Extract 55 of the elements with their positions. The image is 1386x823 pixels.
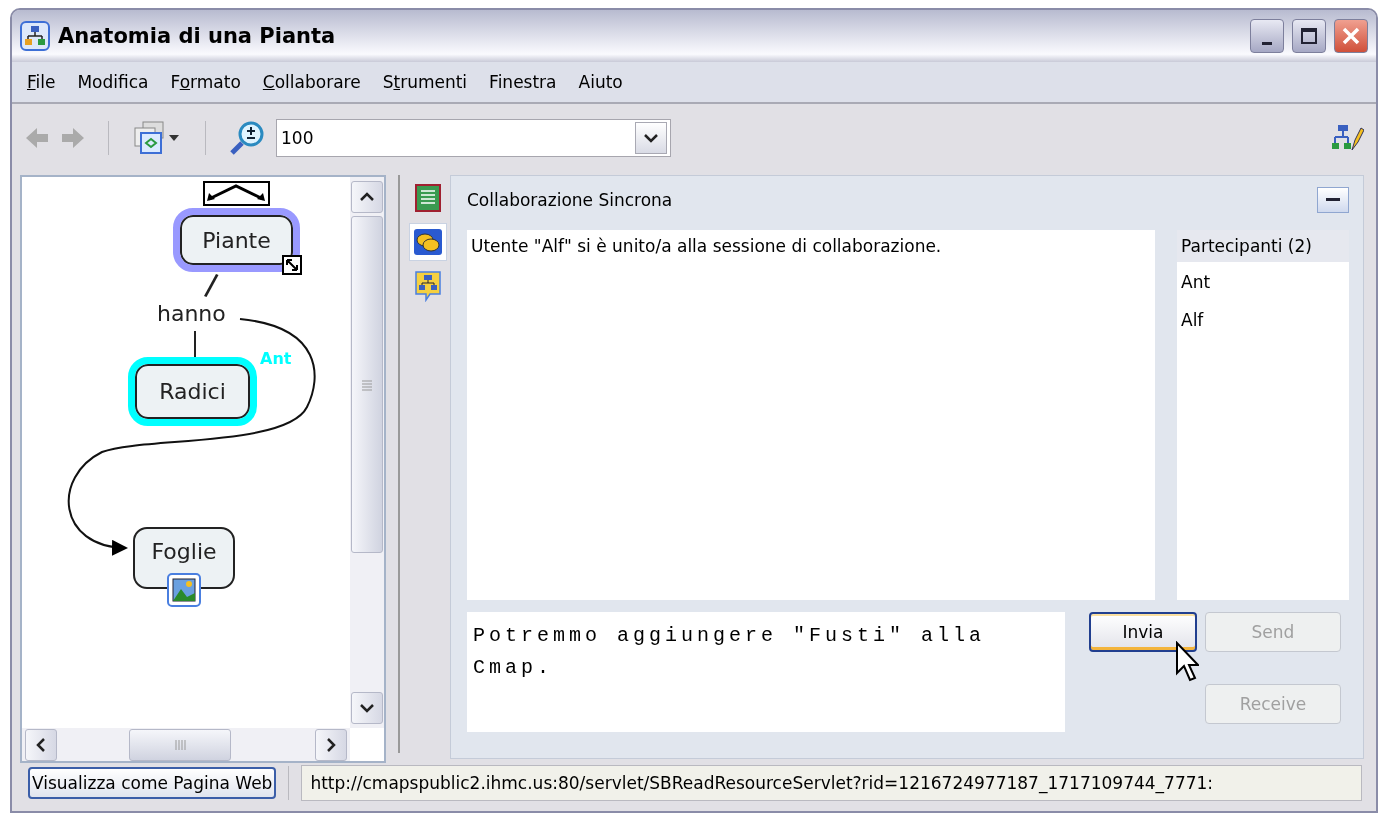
document-icon (414, 183, 442, 213)
left-chevron-icon (36, 737, 46, 752)
zoom-icon[interactable] (228, 119, 266, 157)
menu-item[interactable]: Formato (161, 68, 250, 96)
menu-item[interactable]: Strumenti (373, 68, 477, 96)
menu-item[interactable]: Modifica (68, 68, 158, 96)
close-button[interactable] (1334, 19, 1368, 53)
message-field[interactable]: Potremmo aggiungere "Fusti" alla Cmap. (467, 612, 1065, 732)
right-chevron-icon (326, 737, 336, 752)
concept-node[interactable]: Radici (128, 357, 257, 426)
participant-item[interactable]: Ant (1177, 262, 1349, 300)
chat-button[interactable]: Invia (1089, 612, 1197, 652)
participant-item[interactable]: Alf (1177, 300, 1349, 338)
scroll-left-button[interactable] (25, 728, 57, 761)
participants-header: Partecipanti (2) (1177, 230, 1349, 262)
map-comment-icon (413, 270, 443, 302)
scroll-thumb[interactable] (351, 216, 383, 553)
window-title: Anatomia di una Pianta (58, 24, 337, 48)
view-as-web-page-button[interactable]: Visualizza come Pagina Web (28, 767, 277, 799)
close-icon (1341, 26, 1361, 46)
side-tab[interactable] (409, 223, 447, 261)
scroll-up-button[interactable] (351, 181, 383, 213)
scroll-right-button[interactable] (315, 728, 347, 761)
maximize-button[interactable] (1292, 19, 1326, 53)
up-chevron-icon (360, 192, 374, 202)
image-icon[interactable] (167, 573, 201, 607)
mouse-cursor-icon (1175, 641, 1199, 683)
menu-item[interactable]: Finestra (480, 68, 566, 96)
menu-item[interactable]: File (18, 68, 65, 96)
minimize-button[interactable] (1250, 19, 1284, 53)
scroll-down-button[interactable] (351, 692, 383, 724)
scroll-thumb[interactable] (129, 728, 231, 761)
app-icon (20, 21, 50, 51)
connector-line (204, 274, 219, 297)
chat-message: Utente "Alf" si è unito/a alla sessione di collaborazione. (471, 236, 943, 256)
menu-item[interactable]: Aiuto (569, 68, 632, 96)
concept-node[interactable]: Foglie (133, 527, 235, 589)
linking-phrase[interactable]: hanno (157, 301, 226, 326)
down-chevron-icon (360, 703, 374, 713)
url-field: http://cmapspublic2.ihmc.us:80/servlet/SBReadResourceServlet?rid=1216724977187_1717109744_7771: (301, 765, 1362, 801)
panel-title: Collaborazione Sincrona (467, 190, 673, 210)
resize-icon[interactable] (282, 255, 302, 275)
minimize-icon (1262, 41, 1272, 45)
chat-icon (413, 228, 443, 256)
concept-node[interactable]: Piante (173, 208, 300, 272)
zoom-field[interactable]: 100 (276, 119, 671, 157)
collapse-button[interactable] (1317, 187, 1349, 213)
nested-arrows-icon[interactable] (204, 182, 269, 205)
edit-map-icon[interactable] (1330, 123, 1364, 153)
minus-icon (1326, 198, 1340, 202)
user-cursor-label: Ant (260, 349, 292, 368)
dropdown-caret-icon (644, 133, 658, 143)
menu-item[interactable]: Collaborare (253, 68, 370, 96)
maximize-icon (1300, 27, 1318, 45)
connector-line (194, 331, 196, 357)
